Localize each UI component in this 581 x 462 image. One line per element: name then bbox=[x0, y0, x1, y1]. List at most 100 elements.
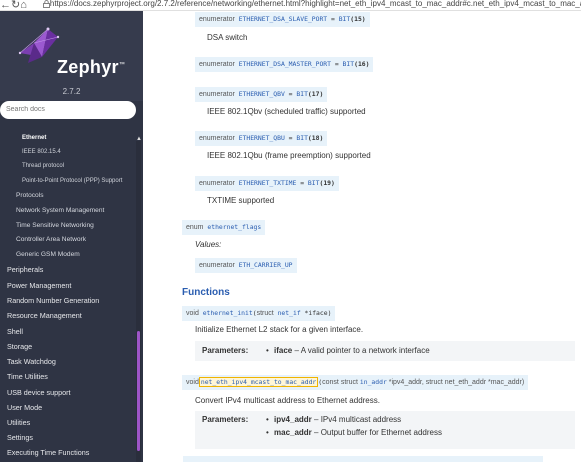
reload-icon[interactable]: ↻ bbox=[11, 0, 20, 10]
equals: = bbox=[331, 60, 343, 68]
parameters-label: Parameters: bbox=[202, 346, 249, 355]
sidebar-item[interactable]: Thread protocol bbox=[22, 163, 64, 169]
sidebar-item[interactable]: Power Management bbox=[7, 281, 71, 290]
param-desc: – Output buffer for Ethernet address bbox=[311, 428, 442, 437]
enumerator-name[interactable]: ETH_CARRIER_UP bbox=[239, 261, 293, 269]
bit-value: (18) bbox=[307, 134, 324, 142]
enumerator-keyword: enumerator bbox=[199, 135, 235, 142]
functions-heading: Functions bbox=[182, 287, 230, 298]
sidebar-item[interactable]: Settings bbox=[7, 433, 33, 442]
values-label: Values: bbox=[195, 240, 222, 249]
sidebar-item[interactable]: Protocols bbox=[16, 192, 44, 199]
enumerator-keyword: enumerator bbox=[199, 61, 235, 68]
equals: = bbox=[296, 179, 308, 187]
sidebar-item[interactable]: Network System Management bbox=[16, 207, 104, 214]
sidebar-scroll-thumb[interactable] bbox=[137, 331, 140, 451]
brand-title[interactable]: Zephyr™ bbox=[57, 57, 125, 78]
sidebar-item[interactable]: Controller Area Network bbox=[16, 236, 86, 243]
bullet: • bbox=[266, 346, 269, 355]
sidebar-item[interactable]: Random Number Generation bbox=[7, 296, 99, 305]
sidebar-item[interactable]: USB device support bbox=[7, 388, 71, 397]
enumerator-name[interactable]: ETHERNET_DSA_MASTER_PORT bbox=[239, 60, 331, 68]
return-type: void bbox=[186, 379, 199, 386]
enumerator-name[interactable]: ETHERNET_QBU bbox=[239, 134, 285, 142]
bullet: • bbox=[266, 428, 269, 437]
param-desc: – IPv4 multicast address bbox=[311, 415, 402, 424]
enum-signature: enum ethernet_flags bbox=[182, 220, 266, 235]
param-desc: – A valid pointer to a network interface bbox=[292, 346, 430, 355]
sidebar-item[interactable]: IEEE 802.15.4 bbox=[22, 149, 61, 155]
param-args: *ipv4_addr, struct net_eth_addr *mac_add… bbox=[386, 379, 525, 386]
sidebar: Zephyr™ 2.7.2 ▲ EthernetIEEE 802.15.4Thr… bbox=[0, 11, 143, 462]
function-signature: void net_eth_ipv4_mcast_to_mac_addr (const… bbox=[182, 375, 529, 390]
enumerator-keyword: enumerator bbox=[199, 16, 235, 23]
param-name: iface bbox=[274, 346, 293, 355]
bit-macro-link[interactable]: BIT bbox=[308, 179, 320, 187]
param-item: iface – A valid pointer to a network int… bbox=[274, 346, 430, 355]
const-struct-keyword: const struct bbox=[322, 379, 360, 386]
sidebar-item[interactable]: Task Watchdog bbox=[7, 357, 56, 366]
sidebar-item[interactable]: Utilities bbox=[7, 418, 30, 427]
enumerator-signature: enumerator ETH_CARRIER_UP bbox=[195, 258, 297, 273]
enumerator-signature: enumerator ETHERNET_QBU = BIT(18) bbox=[195, 131, 328, 146]
function-name-highlighted[interactable]: net_eth_ipv4_mcast_to_mac_addr bbox=[198, 377, 319, 387]
enumerator-description: TXTIME supported bbox=[207, 196, 275, 205]
sidebar-item[interactable]: Storage bbox=[7, 342, 32, 351]
bit-macro-link[interactable]: BIT bbox=[296, 134, 308, 142]
address-bar[interactable]: https://docs.zephyrproject.org/2.7.2/ref… bbox=[50, 0, 581, 9]
sidebar-item[interactable]: Time Sensitive Networking bbox=[16, 222, 94, 229]
return-type: void bbox=[186, 310, 199, 317]
enumerator-name[interactable]: ETHERNET_QBV bbox=[239, 90, 285, 98]
main-content: enumerator ETHERNET_DSA_SLAVE_PORT = BIT… bbox=[143, 11, 581, 462]
back-icon[interactable]: ← bbox=[0, 0, 11, 10]
sidebar-item[interactable]: Ethernet bbox=[22, 135, 46, 141]
bit-value: (19) bbox=[319, 179, 335, 187]
enumerator-signature: enumerator ETHERNET_DSA_MASTER_PORT = BI… bbox=[195, 57, 374, 72]
bit-value: (16) bbox=[354, 60, 370, 68]
bit-macro-link[interactable]: BIT bbox=[339, 15, 351, 23]
home-icon[interactable]: ⌂ bbox=[20, 0, 27, 10]
enumerator-signature: enumerator ETHERNET_QBV = BIT(17) bbox=[195, 87, 328, 102]
param-item: mac_addr – Output buffer for Ethernet ad… bbox=[274, 428, 442, 437]
enumerator-name[interactable]: ETHERNET_TXTIME bbox=[239, 179, 297, 187]
param-name: mac_addr bbox=[274, 428, 312, 437]
sidebar-item[interactable]: Shell bbox=[7, 327, 23, 336]
equals: = bbox=[284, 90, 297, 98]
sidebar-item[interactable]: Point-to-Point Protocol (PPP) Support bbox=[22, 178, 122, 184]
bit-macro-link[interactable]: BIT bbox=[343, 60, 355, 68]
bit-macro-link[interactable]: BIT bbox=[296, 90, 308, 98]
equals: = bbox=[284, 134, 297, 142]
bullet: • bbox=[266, 415, 269, 424]
sidebar-item[interactable]: User Mode bbox=[7, 403, 42, 412]
bit-value: (15) bbox=[350, 15, 366, 23]
version-label: 2.7.2 bbox=[62, 87, 81, 96]
sidebar-item[interactable]: Time Utilities bbox=[7, 372, 48, 381]
sidebar-item[interactable]: Resource Management bbox=[7, 311, 82, 320]
brand-header: Zephyr™ 2.7.2 bbox=[0, 11, 143, 101]
equals: = bbox=[327, 15, 339, 23]
enumerator-keyword: enumerator bbox=[199, 262, 235, 269]
param-arg: *iface) bbox=[300, 309, 332, 317]
enumerator-description: IEEE 802.1Qbv (scheduled traffic) suppor… bbox=[207, 107, 366, 116]
enum-name[interactable]: ethernet_flags bbox=[207, 223, 261, 231]
search-input[interactable] bbox=[0, 101, 136, 119]
bit-value: (17) bbox=[307, 90, 324, 98]
sidebar-item[interactable]: Executing Time Functions bbox=[7, 448, 89, 457]
param-type-link[interactable]: in_addr bbox=[360, 378, 387, 386]
param-type-link[interactable]: net_if bbox=[278, 309, 301, 317]
next-signature-partial bbox=[183, 456, 543, 462]
enumerator-name[interactable]: ETHERNET_DSA_SLAVE_PORT bbox=[239, 15, 328, 23]
function-signature: void ethernet_init(struct net_if *iface) bbox=[182, 306, 336, 321]
sidebar-item[interactable]: Generic GSM Modem bbox=[16, 251, 80, 258]
param-item: ipv4_addr – IPv4 multicast address bbox=[274, 415, 401, 424]
enum-keyword: enum bbox=[186, 224, 204, 231]
browser-toolbar: ← ↻ ⌂ https://docs.zephyrproject.org/2.7… bbox=[0, 0, 581, 11]
enumerator-signature: enumerator ETHERNET_TXTIME = BIT(19) bbox=[195, 176, 339, 191]
enumerator-keyword: enumerator bbox=[199, 180, 235, 187]
function-description: Initialize Ethernet L2 stack for a given… bbox=[195, 325, 364, 334]
sidebar-item[interactable]: Peripherals bbox=[7, 265, 43, 274]
parameters-label: Parameters: bbox=[202, 415, 249, 424]
enumerator-description: DSA switch bbox=[207, 33, 248, 42]
function-name[interactable]: ethernet_init bbox=[203, 309, 253, 317]
param-name: ipv4_addr bbox=[274, 415, 312, 424]
